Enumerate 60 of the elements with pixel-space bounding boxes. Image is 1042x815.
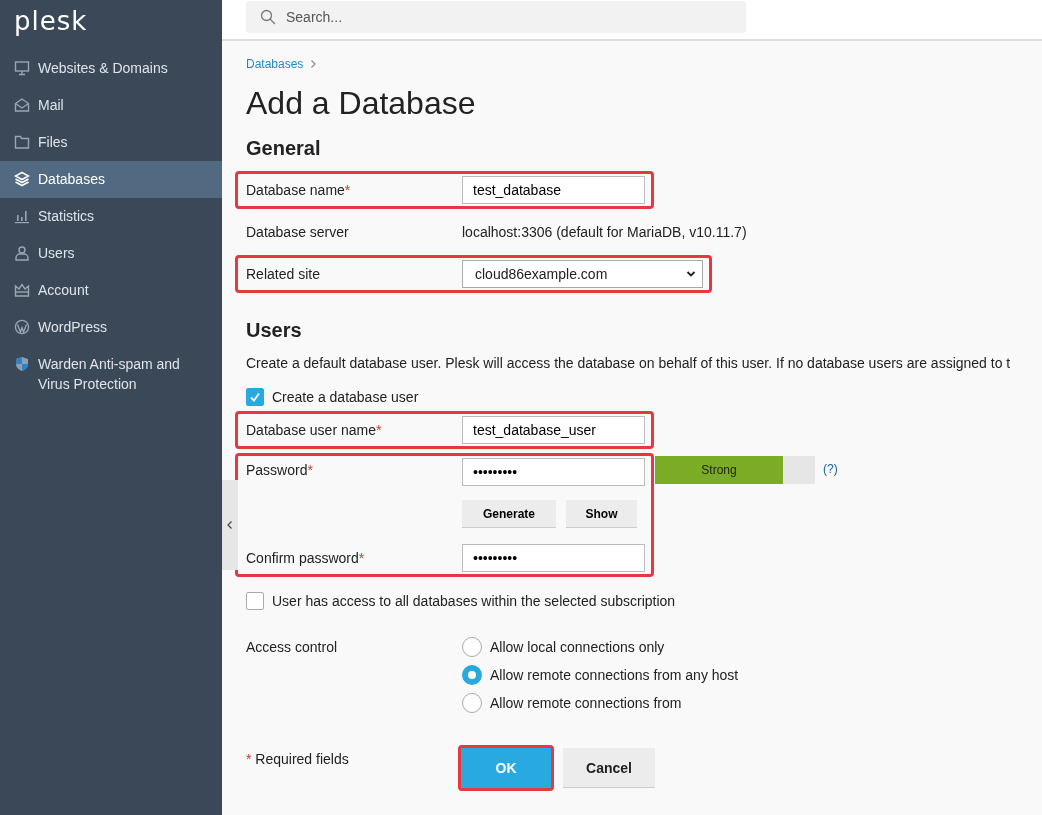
section-heading: General <box>246 136 322 161</box>
caret-icon <box>686 270 696 278</box>
password-field[interactable]: ••••••••• <box>462 458 645 486</box>
chevron-right-icon <box>309 59 318 69</box>
sidebar-item[interactable]: Statistics <box>0 198 222 235</box>
search-icon <box>260 9 276 25</box>
radio-button[interactable] <box>462 693 482 713</box>
action-button[interactable]: Generate <box>462 500 556 528</box>
radio-label: Allow remote connections from any host <box>490 667 739 683</box>
sidebar-item[interactable]: Files <box>0 124 222 161</box>
search-field[interactable]: Search... <box>246 1 746 33</box>
sidebar-item[interactable]: Websites & Domains <box>0 50 222 87</box>
field-label: Database server <box>246 224 350 240</box>
checkbox[interactable] <box>246 592 264 610</box>
breadcrumb-link[interactable]: Databases <box>246 57 304 71</box>
dropdown[interactable]: cloud86example.com <box>462 260 703 288</box>
page-title: Add a Database <box>246 84 477 123</box>
description-text: Create a default database user. Plesk will access the database on behalf of this user. If no database users are assigned to t <box>246 355 1012 371</box>
field-label: Related site <box>246 266 321 282</box>
checkbox[interactable] <box>246 388 264 406</box>
radio-button[interactable] <box>462 637 482 657</box>
password-field[interactable]: ••••••••• <box>462 544 645 572</box>
sidebar-item[interactable]: Warden Anti-spam and Virus Protection <box>0 346 222 403</box>
checkmark-icon <box>248 390 262 404</box>
chevron-left-icon <box>226 520 234 530</box>
radio-label: Allow local connections only <box>490 639 665 655</box>
folder-icon <box>14 134 30 150</box>
sidebar-item[interactable]: Users <box>0 235 222 272</box>
monitor-icon <box>14 60 30 76</box>
input-field[interactable]: test_database <box>462 176 645 204</box>
help-link[interactable]: (?) <box>823 462 838 476</box>
field-value: localhost:3306 (default for MariaDB, v10.11.7) <box>462 224 747 240</box>
field-label: Database name* <box>246 182 352 198</box>
user-icon <box>14 245 30 261</box>
layers-icon <box>14 171 30 187</box>
checkbox-label: Create a database user <box>272 389 419 405</box>
field-label: Access control <box>246 638 339 657</box>
strength-label: Strong <box>700 462 738 479</box>
radio-button[interactable] <box>462 665 482 685</box>
section-heading: Users <box>246 318 303 343</box>
checkbox-label: User has access to all databases within the selected subscription <box>272 593 676 609</box>
field-label: Confirm password* <box>246 550 366 566</box>
wordpress-icon <box>14 319 30 335</box>
required-note: * Required fields <box>246 750 350 767</box>
shield-icon <box>14 356 30 372</box>
crown-icon <box>14 282 30 298</box>
field-label: Database user name* <box>246 422 383 438</box>
envelope-icon <box>14 97 30 113</box>
bar-chart-icon <box>14 208 30 224</box>
sidebar-item[interactable]: WordPress <box>0 309 222 346</box>
sidebar-item[interactable]: Account <box>0 272 222 309</box>
input-field[interactable]: test_database_user <box>462 416 645 444</box>
sidebar-item[interactable]: Databases <box>0 161 222 198</box>
collapse-handle[interactable] <box>222 480 238 570</box>
field-label: Password* <box>246 461 314 478</box>
radio-label: Allow remote connections from <box>490 695 682 711</box>
cancel-button[interactable]: Cancel <box>563 748 655 788</box>
logo[interactable]: plesk <box>0 0 222 50</box>
action-button[interactable]: Show <box>566 500 637 528</box>
sidebar-item[interactable]: Mail <box>0 87 222 124</box>
